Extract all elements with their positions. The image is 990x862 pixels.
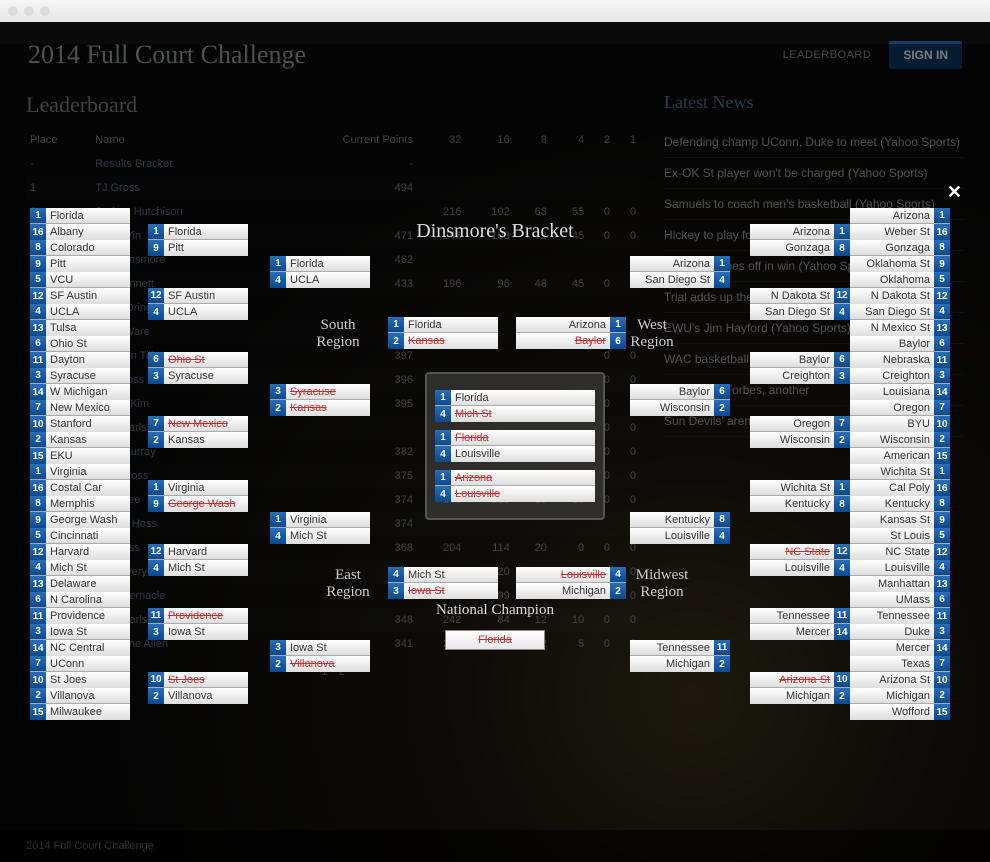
bracket-match[interactable]: 1Arizona8Gonzaga — [750, 224, 850, 256]
region-label-south: SouthRegion — [298, 317, 378, 351]
bracket-match[interactable]: 3Iowa St2Villanova — [270, 640, 370, 672]
bracket-match[interactable]: 5St Louis12NC State — [850, 528, 950, 560]
bracket-match[interactable]: 8Kentucky4Louisville — [630, 512, 730, 544]
bracket-match[interactable]: 1Florida16Albany — [30, 208, 130, 240]
bracket-match[interactable]: 3Syracuse14W Michigan — [30, 368, 130, 400]
bracket-match[interactable]: 8Colorado9Pitt — [30, 240, 130, 272]
bracket-match[interactable]: 10St Joes2Villanova — [148, 672, 248, 704]
bracket-match[interactable]: 5Oklahoma12N Dakota St — [850, 272, 950, 304]
bracket-title: Dinsmore's Bracket — [416, 220, 573, 243]
bracket-match[interactable]: 4Louisville2Michigan — [516, 567, 626, 599]
region-label-east: EastRegion — [308, 567, 388, 601]
bracket-match[interactable]: 8Kentucky9Kansas St — [850, 496, 950, 528]
bracket-match[interactable]: 7New Mexico10Stanford — [30, 400, 130, 432]
champ-pick[interactable]: Florida — [445, 630, 545, 650]
window-chrome — [0, 0, 990, 22]
final-four-match[interactable]: 1Florida4Mich St — [435, 390, 595, 422]
bracket-match[interactable]: 8Memphis9George Wash — [30, 496, 130, 528]
bracket-match[interactable]: 12Harvard4Mich St — [148, 544, 248, 576]
close-icon[interactable]: ✕ — [947, 182, 962, 203]
bracket-match[interactable]: 2Wisconsin15American — [850, 432, 950, 464]
bracket-match[interactable]: 7UConn10St Joes — [30, 656, 130, 688]
bracket-match[interactable]: 4UCLA13Tulsa — [30, 304, 130, 336]
bracket-match[interactable]: 7Oregon2Wisconsin — [750, 416, 850, 448]
bracket-match[interactable]: 6Ohio St3Syracuse — [148, 352, 248, 384]
bracket-match[interactable]: 4Mich St13Delaware — [30, 560, 130, 592]
bracket-match[interactable]: 6Ohio St11Dayton — [30, 336, 130, 368]
bracket-match[interactable]: 7Oregon10BYU — [850, 400, 950, 432]
bracket-match[interactable]: 6Baylor11Nebraska — [850, 336, 950, 368]
bracket-match[interactable]: 3Duke14Mercer — [850, 624, 950, 656]
bracket-match[interactable]: 5Cincinnati12Harvard — [30, 528, 130, 560]
bracket-match[interactable]: 11Tennessee14Mercer — [750, 608, 850, 640]
window-min-dot[interactable] — [24, 6, 34, 16]
final-four-match[interactable]: 1Florida4Louisville — [435, 430, 595, 462]
region-label-midwest: MidwestRegion — [622, 567, 702, 601]
bracket-match[interactable]: 1Virginia9George Wash — [148, 480, 248, 512]
bracket-match[interactable]: 6N Carolina11Providence — [30, 592, 130, 624]
bracket-match[interactable]: 1Florida9Pitt — [148, 224, 248, 256]
bracket-match[interactable]: 5VCU12SF Austin — [30, 272, 130, 304]
bracket-match[interactable]: 2Villanova15Milwaukee — [30, 688, 130, 720]
bracket-match[interactable]: 6Baylor3Creighton — [750, 352, 850, 384]
bracket-match[interactable]: 4Louisville13Manhattan — [850, 560, 950, 592]
bracket-match[interactable]: 7Texas10Arizona St — [850, 656, 950, 688]
final-four-box: 1Florida4Mich St 1Florida4Louisville 1Ariz… — [425, 372, 605, 520]
final-four-match[interactable]: 1Arizona4Louisville — [435, 470, 595, 502]
bracket-match[interactable]: 6UMass11Tennessee — [850, 592, 950, 624]
bracket-match[interactable]: 1Arizona16Weber St — [850, 208, 950, 240]
bracket-match[interactable]: 1Arizona4San Diego St — [630, 256, 730, 288]
bracket-match[interactable]: 1Florida2Kansas — [388, 317, 498, 349]
bracket-match[interactable]: 11Providence3Iowa St — [148, 608, 248, 640]
bracket-match[interactable]: 12NC State4Louisville — [750, 544, 850, 576]
bracket-match[interactable]: 4Mich St3Iowa St — [388, 567, 498, 599]
bracket-match[interactable]: 12SF Austin4UCLA — [148, 288, 248, 320]
bracket-match[interactable]: 3Creighton14Louisiana — [850, 368, 950, 400]
bracket-match[interactable]: 1Virginia4Mich St — [270, 512, 370, 544]
bracket-match[interactable]: 11Tennessee2Michigan — [630, 640, 730, 672]
bracket-match[interactable]: 3Syracuse2Kansas — [270, 384, 370, 416]
window-close-dot[interactable] — [8, 6, 18, 16]
bracket-match[interactable]: 10Arizona St2Michigan — [750, 672, 850, 704]
bracket-match[interactable]: 8Gonzaga9Oklahoma St — [850, 240, 950, 272]
bracket-match[interactable]: 6Baylor2Wisconsin — [630, 384, 730, 416]
bracket-match[interactable]: 1Florida4UCLA — [270, 256, 370, 288]
bracket-match[interactable]: 1Wichita St16Cal Poly — [850, 464, 950, 496]
bracket-match[interactable]: 4San Diego St13N Mexico St — [850, 304, 950, 336]
bracket-match[interactable]: 1Virginia16Costal Car — [30, 464, 130, 496]
bracket-match[interactable]: 3Iowa St14NC Central — [30, 624, 130, 656]
bracket-match[interactable]: 2Michigan15Wofford — [850, 688, 950, 720]
bracket-match[interactable]: 1Wichita St8Kentucky — [750, 480, 850, 512]
bracket-modal: Dinsmore's Bracket SouthRegion EastRegio… — [30, 202, 960, 862]
window-max-dot[interactable] — [40, 6, 50, 16]
bracket-match[interactable]: 12N Dakota St4San Diego St — [750, 288, 850, 320]
bracket-match[interactable]: 7New Mexico2Kansas — [148, 416, 248, 448]
champ-label: National Champion — [436, 602, 554, 619]
bracket-match[interactable]: 2Kansas15EKU — [30, 432, 130, 464]
bracket-match[interactable]: 1Arizona6Baylor — [516, 317, 626, 349]
